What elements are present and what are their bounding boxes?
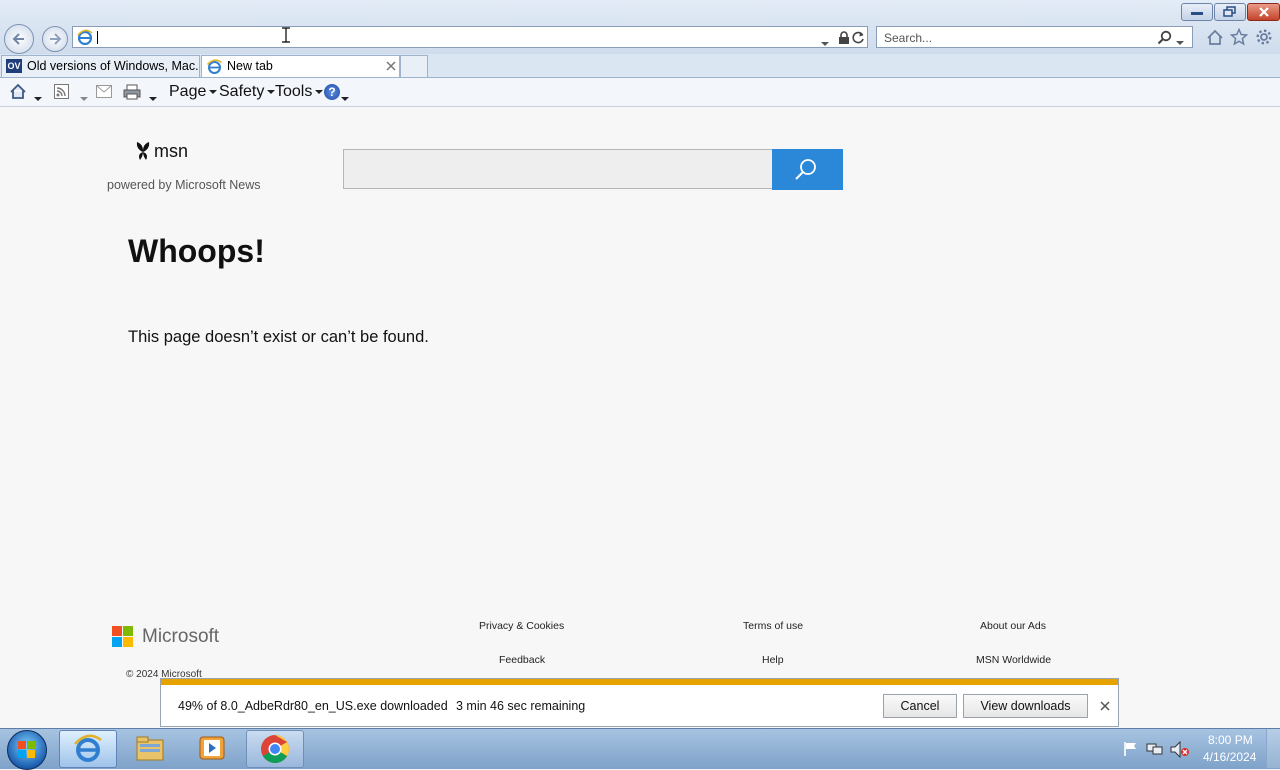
minimize-button[interactable] xyxy=(1181,3,1213,21)
microsoft-brand: Microsoft xyxy=(142,626,220,647)
error-message: This page doesn’t exist or can’t be foun… xyxy=(128,328,429,346)
privacy-link[interactable]: Privacy & Cookies xyxy=(479,620,564,632)
ads-link[interactable]: About our Ads xyxy=(980,620,1046,632)
address-dropdown-icon[interactable] xyxy=(821,35,829,53)
worldwide-link[interactable]: MSN Worldwide xyxy=(976,654,1051,666)
download-status: 49% of 8.0_AdbeRdr80_en_US.exe downloade… xyxy=(178,699,448,713)
safety-menu[interactable]: Safety xyxy=(219,83,276,101)
gear-icon[interactable] xyxy=(1255,28,1273,46)
download-progress-bar xyxy=(161,679,1118,685)
refresh-icon[interactable] xyxy=(852,31,865,44)
search-dropdown-icon[interactable] xyxy=(1176,35,1184,49)
msn-butterfly-icon xyxy=(136,142,150,160)
ie-icon xyxy=(74,734,102,762)
show-desktop-button[interactable] xyxy=(1266,729,1280,768)
back-arrow-icon xyxy=(12,33,24,45)
address-bar[interactable] xyxy=(72,26,868,48)
text-caret xyxy=(97,31,98,44)
tools-menu-label: Tools xyxy=(275,83,313,100)
msn-tagline: powered by Microsoft News xyxy=(107,178,261,192)
new-tab-button[interactable] xyxy=(400,55,428,77)
download-notification-bar: 49% of 8.0_AdbeRdr80_en_US.exe downloade… xyxy=(160,678,1119,727)
back-button[interactable] xyxy=(4,24,34,54)
ov-favicon: OV xyxy=(6,59,22,73)
search-box[interactable]: Search... xyxy=(876,26,1193,48)
taskbar-chrome-button[interactable] xyxy=(246,730,304,768)
msn-search-button[interactable] xyxy=(772,149,843,190)
ie-page-icon xyxy=(77,29,93,45)
home-cmd-icon[interactable] xyxy=(9,83,27,100)
start-button[interactable] xyxy=(7,730,47,770)
page-content: msn powered by Microsoft News Whoops! Th… xyxy=(0,107,1280,728)
lock-icon xyxy=(839,31,849,44)
tab-label: New tab xyxy=(227,59,273,73)
help-icon[interactable]: ? xyxy=(324,84,340,100)
clock-time[interactable]: 8:00 PM xyxy=(1208,733,1253,747)
forward-arrow-icon xyxy=(50,33,62,45)
view-downloads-button[interactable]: View downloads xyxy=(963,694,1088,718)
search-icon[interactable] xyxy=(1157,30,1172,45)
page-menu[interactable]: Page xyxy=(169,83,218,101)
feed-dropdown-icon[interactable] xyxy=(80,90,88,108)
tab-label: Old versions of Windows, Mac... xyxy=(27,59,200,73)
volume-muted-icon[interactable] xyxy=(1170,741,1190,758)
search-icon xyxy=(795,159,816,180)
tab-new-tab[interactable]: New tab xyxy=(201,55,400,77)
tab-old-versions[interactable]: OV Old versions of Windows, Mac... xyxy=(1,55,200,77)
msn-logo-text: msn xyxy=(154,141,189,161)
restore-icon xyxy=(1223,6,1236,17)
close-download-bar-icon[interactable] xyxy=(1100,701,1110,711)
taskbar-media-player-button[interactable] xyxy=(184,730,240,766)
feedback-link[interactable]: Feedback xyxy=(499,654,545,666)
download-remaining: 3 min 46 sec remaining xyxy=(456,699,586,713)
safety-menu-label: Safety xyxy=(219,83,265,100)
taskbar-ie-button[interactable] xyxy=(59,730,117,768)
cancel-download-button[interactable]: Cancel xyxy=(883,694,957,718)
taskbar-explorer-button[interactable] xyxy=(122,730,178,766)
clock-date[interactable]: 4/16/2024 xyxy=(1203,750,1256,764)
text-cursor-icon xyxy=(282,27,290,43)
mail-icon[interactable] xyxy=(96,85,112,98)
media-player-icon xyxy=(199,736,225,760)
help-link[interactable]: Help xyxy=(762,654,784,666)
msn-search-input[interactable] xyxy=(343,149,773,189)
microsoft-logo-icon xyxy=(112,626,134,648)
print-icon[interactable] xyxy=(123,84,141,100)
print-dropdown-icon[interactable] xyxy=(149,90,157,108)
restore-button[interactable] xyxy=(1214,3,1246,21)
forward-button[interactable] xyxy=(42,26,68,52)
error-heading: Whoops! xyxy=(128,233,265,269)
help-dropdown-icon[interactable] xyxy=(341,90,349,108)
home-dropdown-icon[interactable] xyxy=(34,90,42,108)
network-icon[interactable] xyxy=(1146,741,1164,757)
close-window-button[interactable] xyxy=(1247,3,1280,21)
tools-menu[interactable]: Tools xyxy=(275,83,324,101)
rss-feed-icon[interactable] xyxy=(54,84,69,99)
minimize-icon xyxy=(1191,12,1203,15)
ie-tab-icon xyxy=(207,59,222,74)
action-center-flag-icon[interactable] xyxy=(1123,741,1138,757)
search-input[interactable]: Search... xyxy=(884,31,932,45)
favorites-star-icon[interactable] xyxy=(1230,28,1248,46)
terms-link[interactable]: Terms of use xyxy=(743,620,803,632)
close-icon xyxy=(1259,7,1269,17)
folder-icon xyxy=(136,736,164,761)
page-menu-label: Page xyxy=(169,83,207,100)
home-icon[interactable] xyxy=(1206,29,1224,46)
close-tab-icon[interactable] xyxy=(386,61,396,71)
windows-logo-icon xyxy=(18,741,26,749)
chrome-icon xyxy=(261,735,289,763)
